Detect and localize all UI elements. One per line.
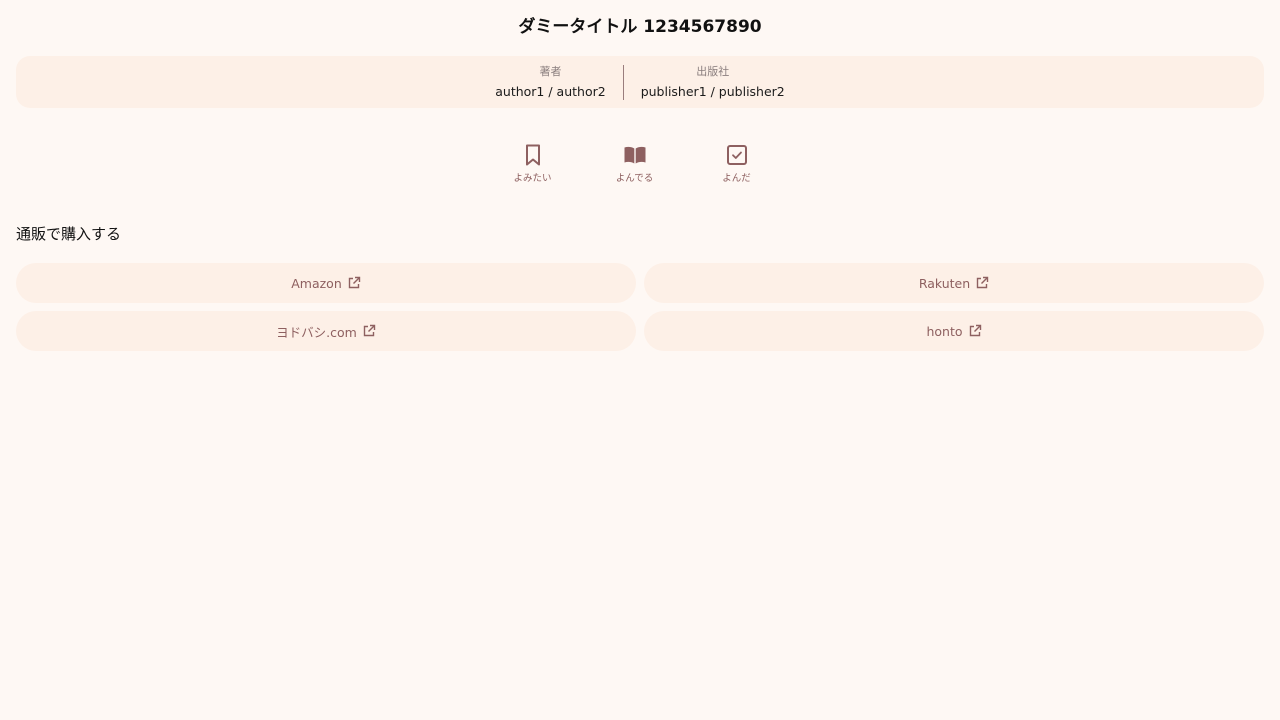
yodobashi-link-button[interactable]: ヨドバシ.com (16, 311, 636, 351)
open-book-icon (623, 142, 647, 168)
external-link-icon (975, 276, 989, 290)
checkbox-icon (725, 142, 749, 168)
external-link-icon (362, 324, 376, 338)
bookmark-icon (521, 142, 545, 168)
want-to-read-button[interactable]: よみたい (493, 142, 573, 185)
finished-label: よんだ (722, 173, 751, 184)
external-link-icon (347, 276, 361, 290)
reading-button[interactable]: よんでる (595, 142, 675, 185)
reading-label: よんでる (615, 173, 654, 184)
honto-link-button[interactable]: honto (644, 311, 1264, 351)
external-link-icon (968, 324, 982, 338)
book-meta-card: 著者 author1 / author2 出版社 publisher1 / pu… (16, 56, 1264, 108)
amazon-label: Amazon (291, 275, 342, 291)
purchase-heading: 通販で購入する (16, 225, 122, 243)
honto-label: honto (926, 323, 963, 339)
rakuten-label: Rakuten (918, 275, 971, 291)
rakuten-link-button[interactable]: Rakuten (644, 263, 1264, 303)
amazon-link-button[interactable]: Amazon (16, 263, 636, 303)
publisher-column: 出版社 publisher1 / publisher2 (624, 65, 802, 100)
book-detail-page: ダミータイトル 1234567890 著者 author1 / author2 … (0, 0, 1280, 720)
publisher-value: publisher1 / publisher2 (640, 83, 785, 99)
want-to-read-label: よみたい (513, 173, 552, 184)
reading-status-buttons: よみたい よんでる よんだ (0, 142, 1280, 185)
page-title: ダミータイトル 1234567890 (518, 17, 762, 37)
author-label: 著者 (539, 64, 562, 78)
shop-links-grid: Amazon Rakuten ヨドバシ.com honto (16, 263, 1264, 351)
finished-button[interactable]: よんだ (697, 142, 777, 185)
author-column: 著者 author1 / author2 (478, 64, 624, 100)
yodobashi-label: ヨドバシ.com (276, 324, 357, 340)
publisher-label: 出版社 (696, 64, 730, 78)
author-value: author1 / author2 (495, 83, 606, 99)
